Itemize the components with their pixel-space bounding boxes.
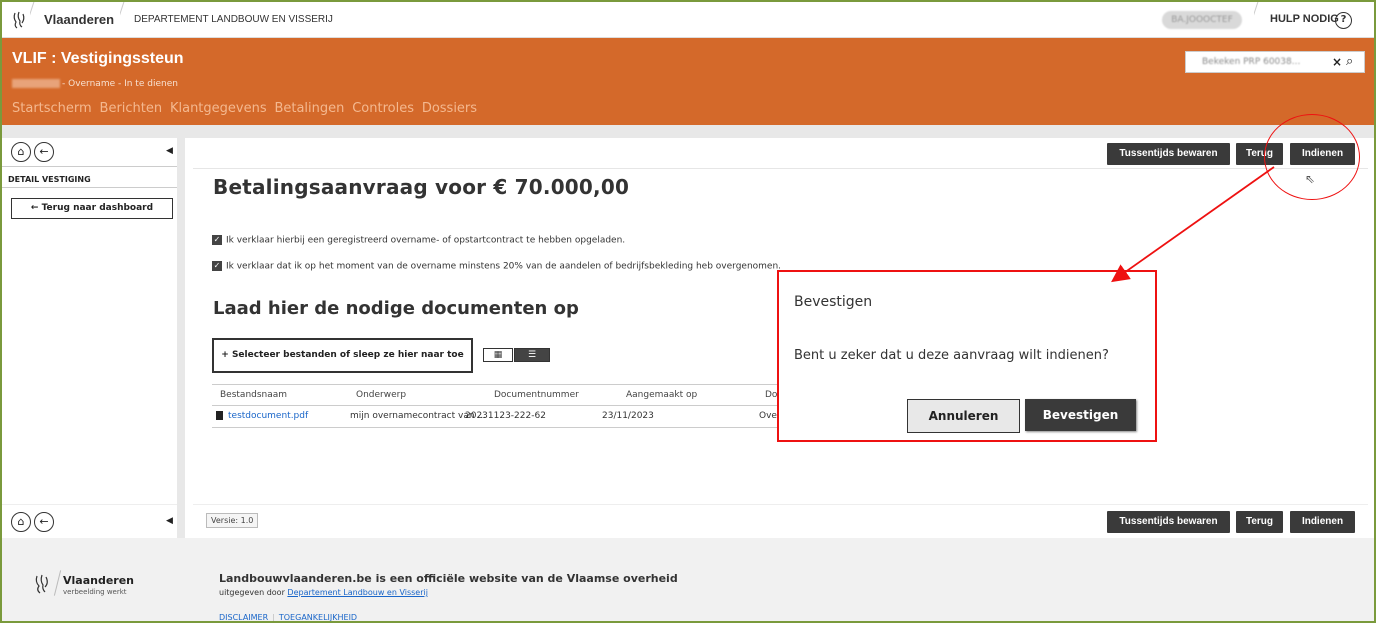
- divider: |: [272, 613, 275, 622]
- footer-links: DISCLAIMER | TOEGANKELIJKHEID: [219, 613, 357, 622]
- footer: Vlaanderen verbeelding werkt Landbouwvla…: [2, 538, 1374, 622]
- vlaanderen-lion-logo: [35, 574, 48, 594]
- vlaanderen-lion-logo: [13, 11, 25, 29]
- submit-button[interactable]: Indienen: [1290, 511, 1355, 533]
- footer-tagline: verbeelding werkt: [63, 588, 127, 596]
- footer-title: Landbouwvlaanderen.be is een officiële w…: [219, 572, 678, 585]
- column-header[interactable]: Aangemaakt op: [626, 390, 697, 400]
- table-row[interactable]: testdocument.pdf mijn overnamecontract v…: [212, 406, 782, 428]
- grid-view-icon[interactable]: ▦: [483, 348, 513, 362]
- back-arrow-icon[interactable]: ←: [34, 142, 54, 162]
- search-input[interactable]: Bekeken PRP 60038... × ⌕: [1185, 51, 1365, 73]
- help-link[interactable]: HULP NODIG: [1270, 13, 1339, 25]
- checkbox-checked-icon[interactable]: ✓: [212, 261, 222, 271]
- publisher-link[interactable]: Departement Landbouw en Visserij: [287, 588, 428, 597]
- column-header[interactable]: Documentnummer: [494, 390, 579, 400]
- version-badge: Versie: 1.0: [206, 513, 259, 528]
- save-draft-button[interactable]: Tussentijds bewaren: [1107, 143, 1230, 165]
- mouse-cursor-icon: ⇖: [1305, 172, 1316, 186]
- confirm-dialog: Bevestigen Bent u zeker dat u deze aanvr…: [777, 270, 1157, 442]
- bottom-toolbar: Versie: 1.0 Tussentijds bewaren Terug In…: [193, 504, 1368, 538]
- search-value: Bekeken PRP 60038...: [1202, 57, 1301, 67]
- footer-brand: Vlaanderen: [63, 574, 135, 587]
- footer-publisher: uitgegeven door Departement Landbouw en …: [219, 588, 428, 597]
- checkbox-checked-icon[interactable]: ✓: [212, 235, 222, 245]
- home-icon[interactable]: ⌂: [11, 142, 31, 162]
- table-cell: 20231123-222-62: [465, 411, 546, 421]
- dossier-status: - Overname - In te dienen: [62, 79, 178, 89]
- highlight-ellipse: [1264, 114, 1360, 200]
- app-title: VLIF : Vestigingssteun: [12, 50, 184, 67]
- divider: [30, 2, 44, 38]
- collapse-sidebar-icon[interactable]: ◀: [166, 516, 173, 526]
- spacer-band: [2, 125, 1374, 138]
- nav-item-berichten[interactable]: Berichten: [100, 101, 163, 116]
- column-header[interactable]: Onderwerp: [356, 390, 406, 400]
- clear-icon[interactable]: ×: [1332, 55, 1342, 69]
- column-header[interactable]: Do: [765, 390, 777, 400]
- dialog-message: Bent u zeker dat u deze aanvraag wilt in…: [794, 348, 1109, 363]
- back-to-dashboard-button[interactable]: ← Terug naar dashboard: [11, 198, 173, 219]
- nav-item-dossiers[interactable]: Dossiers: [422, 101, 477, 116]
- sidebar-bottom-bar: ⌂ ← ◀: [2, 504, 177, 538]
- checkbox-label: Ik verklaar dat ik op het moment van de …: [226, 261, 782, 272]
- publisher-prefix: uitgegeven door: [219, 588, 288, 597]
- declaration-contract[interactable]: ✓ Ik verklaar hierbij een geregistreerd o…: [212, 235, 625, 246]
- nav-item-controles[interactable]: Controles: [352, 101, 414, 116]
- top-bar: Vlaanderen DEPARTEMENT LANDBOUW EN VISSE…: [2, 2, 1374, 38]
- file-link[interactable]: testdocument.pdf: [228, 411, 308, 421]
- save-draft-button[interactable]: Tussentijds bewaren: [1107, 511, 1230, 533]
- back-button[interactable]: Terug: [1236, 511, 1283, 533]
- upload-section-title: Laad hier de nodige documenten op: [213, 298, 579, 319]
- column-header[interactable]: Bestandsnaam: [220, 390, 287, 400]
- select-files-button[interactable]: + Selecteer bestanden of sleep ze hier n…: [212, 338, 473, 373]
- nav-item-betalingen[interactable]: Betalingen: [274, 101, 344, 116]
- divider: [53, 570, 62, 596]
- cancel-button[interactable]: Annuleren: [907, 399, 1020, 433]
- sidebar: ⌂ ← ◀ DETAIL VESTIGING ← Terug naar dash…: [2, 138, 185, 538]
- list-view-icon[interactable]: ☰: [514, 348, 550, 362]
- accessibility-link[interactable]: TOEGANKELIJKHEID: [279, 613, 357, 621]
- divider: [193, 168, 1368, 169]
- sidebar-section-title: DETAIL VESTIGING: [2, 166, 177, 188]
- disclaimer-link[interactable]: DISCLAIMER: [219, 613, 268, 621]
- table-cell: 23/11/2023: [602, 411, 654, 421]
- confirm-button[interactable]: Bevestigen: [1025, 399, 1136, 431]
- dialog-title: Bevestigen: [794, 294, 873, 310]
- pdf-file-icon: [216, 411, 223, 420]
- checkbox-label: Ik verklaar hierbij een geregistreerd ov…: [226, 235, 626, 246]
- app-window: Vlaanderen DEPARTEMENT LANDBOUW EN VISSE…: [0, 0, 1376, 623]
- department-link[interactable]: DEPARTEMENT LANDBOUW EN VISSERIJ: [134, 14, 333, 25]
- dossier-subtitle: - Overname - In te dienen: [12, 79, 178, 89]
- divider: [120, 2, 134, 38]
- main-nav: Startscherm Berichten Klantgegevens Beta…: [12, 101, 481, 116]
- home-icon[interactable]: ⌂: [11, 512, 31, 532]
- redacted-id: [12, 79, 60, 88]
- declaration-shares[interactable]: ✓ Ik verklaar dat ik op het moment van de…: [212, 261, 781, 272]
- brand-link[interactable]: Vlaanderen: [44, 12, 114, 27]
- nav-item-klantgegevens[interactable]: Klantgegevens: [170, 101, 267, 116]
- app-header: VLIF : Vestigingssteun - Overname - In t…: [2, 38, 1374, 125]
- collapse-sidebar-icon[interactable]: ◀: [166, 146, 173, 156]
- user-badge[interactable]: BA.JOOOCTEF: [1162, 11, 1242, 29]
- help-icon[interactable]: ?: [1335, 12, 1352, 29]
- search-icon[interactable]: ⌕: [1346, 54, 1353, 69]
- page-title: Betalingsaanvraag voor € 70.000,00: [213, 175, 630, 199]
- table-cell: Ove: [759, 411, 777, 421]
- nav-item-startscherm[interactable]: Startscherm: [12, 101, 92, 116]
- documents-table-header: Bestandsnaam Onderwerp Documentnummer Aa…: [212, 384, 782, 406]
- divider: [1254, 2, 1268, 38]
- back-arrow-icon[interactable]: ←: [34, 512, 54, 532]
